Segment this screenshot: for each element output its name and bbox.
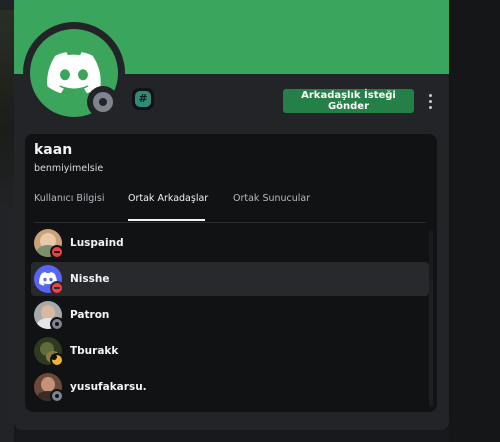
list-item[interactable]: Patron — [31, 298, 429, 332]
profile-body: kaan benmiyimelsie Kullanıcı Bilgisi Ort… — [25, 134, 437, 412]
background-app-right — [449, 0, 500, 442]
active-tab-indicator — [128, 219, 205, 221]
list-item[interactable]: Nisshe — [31, 262, 429, 296]
tab-mutual-friends[interactable]: Ortak Arkadaşlar — [128, 192, 208, 220]
offline-status-icon — [52, 391, 62, 401]
hash-badge-icon[interactable]: # — [132, 88, 154, 110]
user-handle: benmiyimelsie — [34, 163, 104, 174]
tab-user-info[interactable]: Kullanıcı Bilgisi — [34, 192, 104, 220]
idle-status-icon — [51, 354, 62, 365]
discord-logo-icon — [47, 52, 101, 94]
friend-name: Tburakk — [70, 345, 119, 357]
offline-status-icon — [52, 319, 62, 329]
friend-name: Luspaind — [70, 237, 124, 249]
username: kaan — [34, 142, 73, 158]
friend-name: Patron — [70, 309, 110, 321]
dnd-status-icon — [52, 247, 62, 257]
add-friend-button[interactable]: Arkadaşlık İsteği Gönder — [283, 89, 414, 113]
tabs-divider — [34, 222, 426, 223]
dnd-status-icon — [52, 283, 62, 293]
friend-name: Nisshe — [70, 273, 110, 285]
profile-tabs: Kullanıcı Bilgisi Ortak Arkadaşlar Ortak… — [25, 192, 437, 223]
list-item[interactable]: Luspaind — [31, 226, 429, 260]
list-item[interactable]: Tburakk — [31, 334, 429, 368]
mutual-friends-list: Luspaind Nisshe Patron Tburakk yusufakar… — [25, 226, 437, 412]
scrollbar-thumb[interactable] — [429, 230, 433, 280]
friend-name: yusufakarsu. — [70, 381, 147, 393]
offline-status-hole — [99, 98, 107, 106]
hash-symbol: # — [135, 91, 151, 107]
more-vertical-icon[interactable] — [424, 89, 436, 113]
user-profile-modal: # Arkadaşlık İsteği Gönder kaan benmiyim… — [14, 0, 449, 430]
tab-mutual-servers[interactable]: Ortak Sunucular — [233, 192, 310, 220]
background-app-image — [0, 10, 14, 210]
list-item[interactable]: yusufakarsu. — [31, 370, 429, 404]
